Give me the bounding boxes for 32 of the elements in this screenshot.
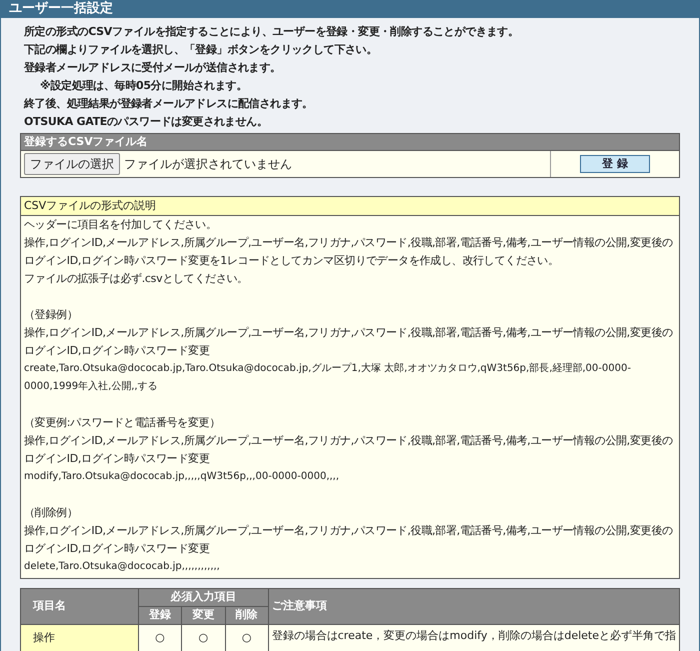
description-text: （登録例）: [24, 307, 79, 323]
description-text: 操作,ログインID,メールアドレス,所属グループ,ユーザー名,フリガナ,パスワード,役職,部署,電話番号,備考,ユーザー情報の公開,変更後のログインID,ログイン時パスワード変更: [24, 523, 674, 557]
file-status-text: ファイルが選択されていません: [124, 156, 292, 173]
intro-text: 所定の形式のCSVファイルを指定することにより、ユーザーを登録・変更・削除することができます。: [24, 24, 519, 40]
section-header: CSVファイルの形式の説明: [21, 197, 679, 216]
window-title: ユーザー一括設定: [1, 0, 699, 18]
description-text: 操作,ログインID,メールアドレス,所属グループ,ユーザー名,フリガナ,パスワード,役職,部署,電話番号,備考,ユーザー情報の公開,変更後のログインID,ログイン時パスワード変更: [24, 433, 674, 467]
description-text: modify,Taro.Otsuka@dococab.jp,,,,,qW3t56p,,,00-0000-0000,,,,: [24, 470, 340, 484]
description-text: create,Taro.Otsuka@dococab.jp,Taro.Otsuka@dococab.jp,グループ1,大塚 太郎,オオツカタロウ,qW3t56p,部長,経理部,00-0000-0000,1999年入社,公開,,する: [24, 362, 632, 394]
intro-text: OTSUKA GATEのパスワードは変更されません。: [24, 114, 268, 130]
description-text: ファイルの拡張子は必ず.csvとしてください。: [24, 271, 249, 287]
intro-text: ※設定処理は、毎時05分に開始されます。: [40, 78, 248, 94]
table-cell: ○: [138, 624, 182, 651]
column-header: ご注意事項: [268, 588, 680, 624]
table-cell: ○: [225, 624, 268, 651]
section-header: 登録するCSVファイル名: [21, 134, 679, 150]
table-cell: ○: [181, 624, 226, 651]
table-cell: 登録の場合はcreate，変更の場合はmodify，削除の場合はdeleteと必ず半角で指: [268, 624, 680, 651]
column-header: 項目名: [20, 588, 138, 624]
file-select-button[interactable]: ファイルの選択: [24, 153, 120, 175]
intro-text: 下記の欄よりファイルを選択し、「登録」ボタンをクリックして下さい。: [24, 42, 378, 58]
description-text: 操作,ログインID,メールアドレス,所属グループ,ユーザー名,フリガナ,パスワード,役職,部署,電話番号,備考,ユーザー情報の公開,変更後のログインID,ログイン時パスワード変更を1レコードとしてカンマ区切りでデータを作成し、改行してください。: [24, 235, 674, 269]
description-text: delete,Taro.Otsuka@dococab.jp,,,,,,,,,,,,: [24, 560, 221, 574]
table-cell: 操作: [20, 624, 138, 651]
description-text: （削除例）: [24, 505, 79, 521]
column-header: 必須入力項目: [138, 588, 268, 606]
description-text: （変更例:パスワードと電話番号を変更）: [24, 415, 222, 431]
intro-text: 登録者メールアドレスに受付メールが送信されます。: [24, 60, 281, 76]
register-button[interactable]: 登 録: [580, 155, 650, 173]
description-text: 操作,ログインID,メールアドレス,所属グループ,ユーザー名,フリガナ,パスワード,役職,部署,電話番号,備考,ユーザー情報の公開,変更後のログインID,ログイン時パスワード変更: [24, 325, 674, 359]
intro-text: 終了後、処理結果が登録者メールアドレスに配信されます。: [24, 96, 313, 112]
description-text: ヘッダーに項目名を付加してください。: [24, 217, 218, 233]
